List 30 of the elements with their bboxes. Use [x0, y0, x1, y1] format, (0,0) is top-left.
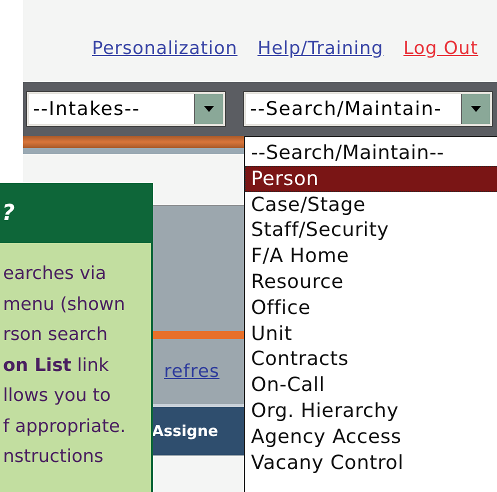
- dropdown-option[interactable]: F/A Home: [245, 243, 497, 269]
- callout-text: rson search: [3, 323, 109, 347]
- dropdown-option[interactable]: Case/Stage: [245, 192, 497, 218]
- dropdown-option[interactable]: On-Call: [245, 372, 497, 398]
- section-header-bar: Assigne: [150, 404, 244, 455]
- dropdown-arrow-icon: [471, 106, 481, 112]
- dropdown-option[interactable]: --Search/Maintain--: [245, 140, 497, 166]
- callout-title: ?: [1, 200, 15, 226]
- callout-text: llows you to: [3, 384, 112, 408]
- dropdown-option[interactable]: Staff/Security: [245, 217, 497, 244]
- dropdown-option[interactable]: Unit: [245, 320, 497, 346]
- refresh-link[interactable]: refres: [150, 361, 220, 382]
- dropdown-arrow-icon: [204, 106, 214, 112]
- header-link[interactable]: Help/Training: [257, 38, 384, 58]
- dropdown-option[interactable]: Person: [245, 166, 497, 192]
- intakes-dropdown[interactable]: --Intakes--: [27, 92, 225, 126]
- callout-text: f appropriate.: [3, 414, 127, 438]
- dropdown-option[interactable]: Office: [245, 294, 497, 321]
- dropdown-option[interactable]: Contracts: [245, 346, 497, 372]
- header-link[interactable]: Log Out: [403, 38, 478, 58]
- dropdown-option[interactable]: Resource: [245, 268, 497, 295]
- callout-text: nstructions: [3, 445, 104, 469]
- dropdown-option[interactable]: Vacany Control: [245, 450, 497, 476]
- dropdown-option[interactable]: Org. Hierarchy: [245, 398, 497, 424]
- callout-text: earches via: [3, 262, 108, 286]
- search-dropdown[interactable]: --Search/Maintain-: [244, 92, 492, 126]
- header-link[interactable]: Personalization: [92, 38, 238, 58]
- callout-text: on List link: [3, 354, 110, 378]
- callout-text: menu (shown: [3, 292, 126, 316]
- dropdown-option[interactable]: Agency Access: [245, 424, 497, 450]
